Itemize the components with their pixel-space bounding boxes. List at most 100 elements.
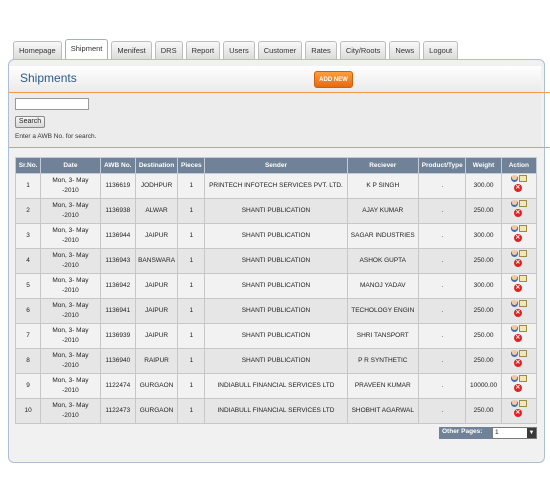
action-icons: ✕ (510, 175, 528, 193)
product-type-cell: . (418, 198, 467, 224)
tab-homepage[interactable]: Homepage (13, 41, 62, 59)
tab-news[interactable]: News (389, 41, 421, 59)
action-cell: ✕ (500, 373, 538, 399)
sender-cell: SHANTI PUBLICATION (204, 298, 348, 324)
pieces-cell: 1 (177, 198, 206, 224)
user-icon[interactable] (510, 250, 518, 257)
receiver-cell: TECHOLOGY ENGIN (346, 298, 420, 324)
divider (9, 147, 550, 148)
tab-users[interactable]: Users (223, 41, 255, 59)
user-icon[interactable] (510, 325, 518, 332)
page-select[interactable]: 1 ▼ (492, 427, 537, 439)
weight-cell: 300.00 (465, 173, 502, 199)
user-icon[interactable] (510, 275, 518, 282)
date-cell: Mon, 3- May -2010 (40, 223, 101, 249)
mail-icon[interactable] (518, 175, 527, 182)
column-header: Sr.No. (14, 157, 42, 174)
add-new-button[interactable]: ADD NEW (314, 71, 353, 88)
user-icon[interactable] (510, 300, 518, 307)
tab-drs[interactable]: DRS (154, 41, 183, 59)
table-row: 9 Mon, 3- May -2010 1122474 GURGAON 1 INDIABU… (14, 373, 538, 399)
destination-cell: JAIPUR (134, 273, 179, 299)
action-cell: ✕ (500, 248, 538, 274)
column-header: AWB No. (99, 157, 136, 174)
destination-cell: JODHPUR (134, 173, 179, 199)
user-icon[interactable] (510, 400, 518, 407)
tab-logout[interactable]: Logout (423, 41, 459, 59)
table-row: 4 Mon, 3- May -2010 1136943 BANSWARA 1 SHANTI… (14, 248, 538, 274)
tab-menifest[interactable]: Menifest (111, 41, 152, 59)
delete-icon[interactable]: ✕ (513, 409, 522, 417)
table-row: 6 Mon, 3- May -2010 1136941 JAIPUR 1 SHANTI P… (14, 298, 538, 324)
delete-icon[interactable]: ✕ (513, 309, 522, 317)
delete-icon[interactable]: ✕ (513, 259, 522, 267)
product-type-cell: . (418, 373, 467, 399)
user-icon[interactable] (510, 375, 518, 382)
mail-icon[interactable] (518, 350, 527, 357)
sr-no-cell: 5 (14, 273, 42, 299)
receiver-cell: SHRI TANSPORT (346, 323, 420, 349)
action-icons: ✕ (510, 400, 528, 418)
delete-icon[interactable]: ✕ (513, 234, 522, 242)
column-header: Weight (465, 157, 502, 174)
sr-no-cell: 8 (14, 348, 42, 374)
action-cell: ✕ (500, 198, 538, 224)
tab-city-roots[interactable]: City/Roots (339, 41, 387, 59)
action-cell: ✕ (500, 273, 538, 299)
action-cell: ✕ (500, 398, 538, 424)
destination-cell: JAIPUR (134, 298, 179, 324)
mail-icon[interactable] (518, 400, 527, 407)
destination-cell: BANSWARA (134, 248, 179, 274)
pieces-cell: 1 (177, 223, 206, 249)
user-icon[interactable] (510, 200, 518, 207)
destination-cell: GURGAON (134, 373, 179, 399)
mail-icon[interactable] (518, 325, 527, 332)
table-row: 8 Mon, 3- May -2010 1136940 RAIPUR 1 SHANTI P… (14, 348, 538, 374)
search-button[interactable]: Search (15, 116, 45, 128)
pieces-cell: 1 (177, 173, 206, 199)
sender-cell: SHANTI PUBLICATION (204, 323, 348, 349)
chevron-down-icon[interactable]: ▼ (527, 428, 536, 438)
delete-icon[interactable]: ✕ (513, 284, 522, 292)
mail-icon[interactable] (518, 275, 527, 282)
mail-icon[interactable] (518, 375, 527, 382)
delete-icon[interactable]: ✕ (513, 334, 522, 342)
action-icons: ✕ (510, 275, 528, 293)
tab-report[interactable]: Report (185, 41, 221, 59)
tab-rates[interactable]: Rates (305, 41, 337, 59)
sender-cell: INDIABULL FINANCIAL SERVICES LTD (204, 373, 348, 399)
table-row: 5 Mon, 3- May -2010 1136942 JAIPUR 1 SHANTI P… (14, 273, 538, 299)
user-icon[interactable] (510, 175, 518, 182)
tab-shipment[interactable]: Shipment (64, 39, 109, 59)
receiver-cell: P R SYNTHETIC (346, 348, 420, 374)
awb-cell: 1136941 (99, 298, 136, 324)
receiver-cell: K P SINGH (346, 173, 420, 199)
sender-cell: SHANTI PUBLICATION (204, 273, 348, 299)
mail-icon[interactable] (518, 225, 527, 232)
mail-icon[interactable] (518, 200, 527, 207)
date-cell: Mon, 3- May -2010 (40, 398, 101, 424)
user-icon[interactable] (510, 225, 518, 232)
delete-icon[interactable]: ✕ (513, 359, 522, 367)
sr-no-cell: 7 (14, 323, 42, 349)
destination-cell: RAIPUR (134, 348, 179, 374)
product-type-cell: . (418, 248, 467, 274)
receiver-cell: MANOJ YADAV (346, 273, 420, 299)
table-header-row: Sr.No. Date AWB No. Destination Pieces Sender… (14, 157, 538, 174)
search-input[interactable] (15, 98, 89, 110)
tab-customer[interactable]: Customer (257, 41, 303, 59)
pager-label: Other Pages: (442, 428, 483, 435)
weight-cell: 250.00 (465, 323, 502, 349)
divider (9, 92, 550, 93)
search-hint: Enter a AWB No. for search. (15, 133, 97, 140)
delete-icon[interactable]: ✕ (513, 184, 522, 192)
shipments-table: Sr.No. Date AWB No. Destination Pieces Sender… (14, 157, 538, 424)
destination-cell: JAIPUR (134, 223, 179, 249)
delete-icon[interactable]: ✕ (513, 384, 522, 392)
mail-icon[interactable] (518, 250, 527, 257)
mail-icon[interactable] (518, 300, 527, 307)
action-cell: ✕ (500, 348, 538, 374)
delete-icon[interactable]: ✕ (513, 209, 522, 217)
user-icon[interactable] (510, 350, 518, 357)
pieces-cell: 1 (177, 398, 206, 424)
